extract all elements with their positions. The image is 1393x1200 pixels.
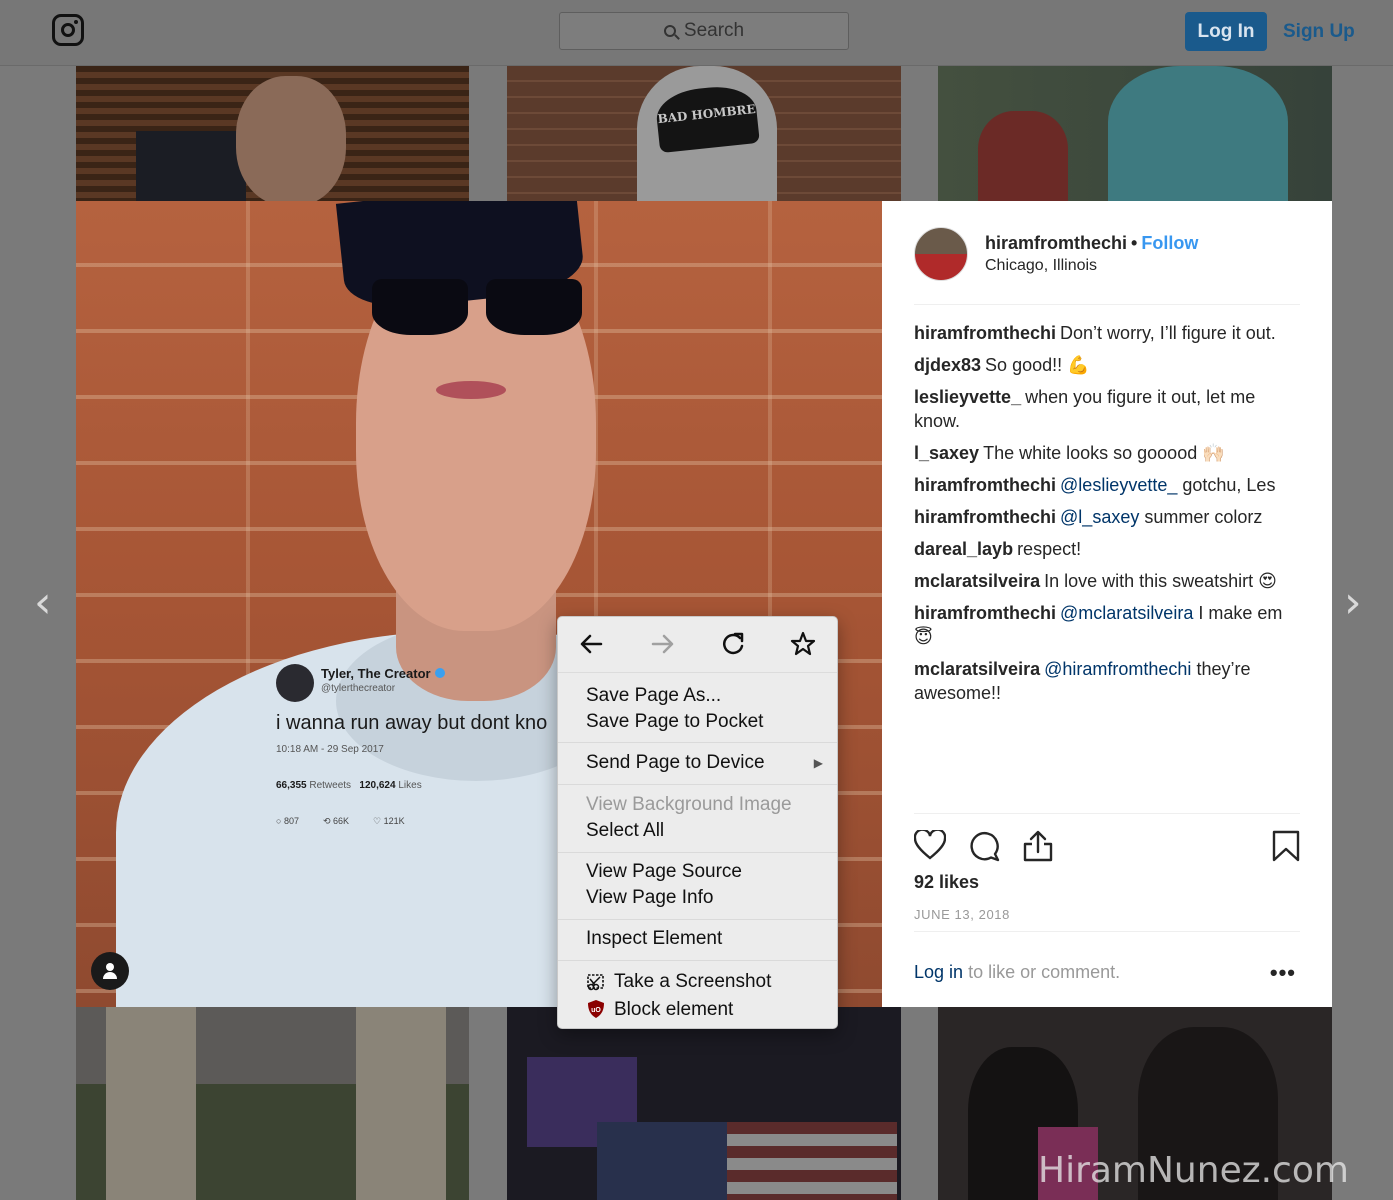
share-icon[interactable] <box>1022 830 1054 862</box>
tweet-actions: ○ 807 ⟲ 66K ♡ 121K <box>276 816 405 826</box>
comment: dareal_layb respect! <box>914 539 1082 559</box>
menu-item-take-screenshot[interactable]: Take a Screenshot <box>614 971 771 993</box>
post-header: hiramfromthechi • Follow Chicago, Illinois <box>914 227 1300 305</box>
instagram-logo-icon[interactable] <box>52 14 84 46</box>
forward-arrow-icon <box>651 634 674 654</box>
heart-icon[interactable] <box>914 830 946 860</box>
menu-item-save-to-pocket[interactable]: Save Page to Pocket <box>586 711 763 733</box>
comment: hiramfromthechi @mclaratsilveira I make e… <box>914 603 1283 647</box>
avatar[interactable] <box>914 227 968 281</box>
comment: hiramfromthechi @l_saxey summer colorz <box>914 507 1263 527</box>
previous-post-arrow-icon[interactable]: ‹ <box>34 581 64 625</box>
menu-item-view-page-source[interactable]: View Page Source <box>586 861 742 883</box>
tweet-author: Tyler, The Creator <box>321 666 431 681</box>
top-navigation-bar: Search Log In Sign Up <box>0 0 1393 66</box>
verified-badge-icon <box>434 668 445 678</box>
tweet-handle: @tylerthecreator <box>321 683 396 694</box>
follow-button[interactable]: Follow <box>1141 233 1198 253</box>
menu-item-block-element[interactable]: Block element <box>614 999 733 1021</box>
feed-tile-photo[interactable] <box>938 66 1332 201</box>
more-options-icon[interactable]: ••• <box>1270 960 1296 986</box>
post-username[interactable]: hiramfromthechi <box>985 233 1127 253</box>
login-link[interactable]: Log in <box>914 962 963 982</box>
submenu-arrow-icon: ▶ <box>813 756 823 770</box>
comment: hiramfromthechi Don’t worry, I’ll figure … <box>914 323 1276 343</box>
tweet-time: 10:18 AM - 29 Sep 2017 <box>276 744 384 755</box>
watermark-text: HiramNunez.com <box>1038 1150 1349 1191</box>
svg-text:uO: uO <box>591 1007 601 1014</box>
post-details-panel: hiramfromthechi • Follow Chicago, Illinois… <box>882 201 1332 1007</box>
bookmark-icon[interactable] <box>1272 830 1300 862</box>
screenshot-icon <box>587 974 604 991</box>
login-button[interactable]: Log In <box>1185 12 1267 51</box>
comments-list: hiramfromthechi Don’t worry, I’ll figure … <box>914 321 1300 713</box>
post-date: JUNE 13, 2018 <box>914 907 1010 922</box>
login-prompt-bar: Log in to like or comment. ••• <box>914 931 1300 1007</box>
browser-context-menu: Save Page As... Save Page to Pocket Send… <box>557 616 838 1029</box>
comment-icon[interactable] <box>968 830 1000 862</box>
tweet-text: i wanna run away but dont kno <box>276 712 548 734</box>
feed-tile-photo[interactable] <box>76 1007 469 1200</box>
menu-item-view-page-info[interactable]: View Page Info <box>586 887 713 909</box>
menu-item-view-background-image: View Background Image <box>586 794 792 815</box>
search-icon <box>663 25 676 37</box>
tweet-stats: 66,355 Retweets 120,624 Likes <box>276 780 422 791</box>
tweet-avatar <box>276 664 314 702</box>
search-input[interactable]: Search <box>559 12 849 50</box>
comment: mclaratsilveira @hiramfromthechi they’re … <box>914 659 1251 703</box>
comment: djdex83 So good!! 💪 <box>914 355 1090 375</box>
comment: l_saxey The white looks so gooood 🙌🏻 <box>914 443 1225 463</box>
comment: leslieyvette_ when you figure it out, let… <box>914 387 1256 431</box>
post-location[interactable]: Chicago, Illinois <box>985 257 1097 275</box>
user-tag-icon[interactable] <box>91 952 129 990</box>
reload-icon[interactable] <box>716 629 750 659</box>
back-arrow-icon[interactable] <box>575 629 609 659</box>
bookmark-star-icon[interactable] <box>786 629 820 659</box>
signup-link[interactable]: Sign Up <box>1283 12 1355 51</box>
likes-count[interactable]: 92 likes <box>914 872 979 893</box>
feed-tile-photo[interactable] <box>507 1007 901 1200</box>
menu-item-select-all[interactable]: Select All <box>586 820 664 842</box>
next-post-arrow-icon[interactable]: › <box>1344 581 1374 625</box>
comment: mclaratsilveira In love with this sweatsh… <box>914 571 1277 591</box>
feed-tile-photo[interactable] <box>76 66 469 201</box>
ublock-icon: uO <box>588 1000 604 1018</box>
menu-item-inspect-element[interactable]: Inspect Element <box>586 928 722 950</box>
post-actions <box>914 813 1300 862</box>
menu-item-save-page-as[interactable]: Save Page As... <box>586 685 721 707</box>
search-placeholder: Search <box>683 20 745 41</box>
menu-item-send-page-to-device[interactable]: Send Page to Device <box>586 752 765 774</box>
comment: hiramfromthechi @leslieyvette_ gotchu, Le… <box>914 475 1276 495</box>
feed-tile-photo[interactable]: BAD HOMBRE <box>507 66 901 201</box>
login-prompt-text: to like or comment. <box>968 962 1121 982</box>
context-menu-navigation <box>558 617 837 673</box>
